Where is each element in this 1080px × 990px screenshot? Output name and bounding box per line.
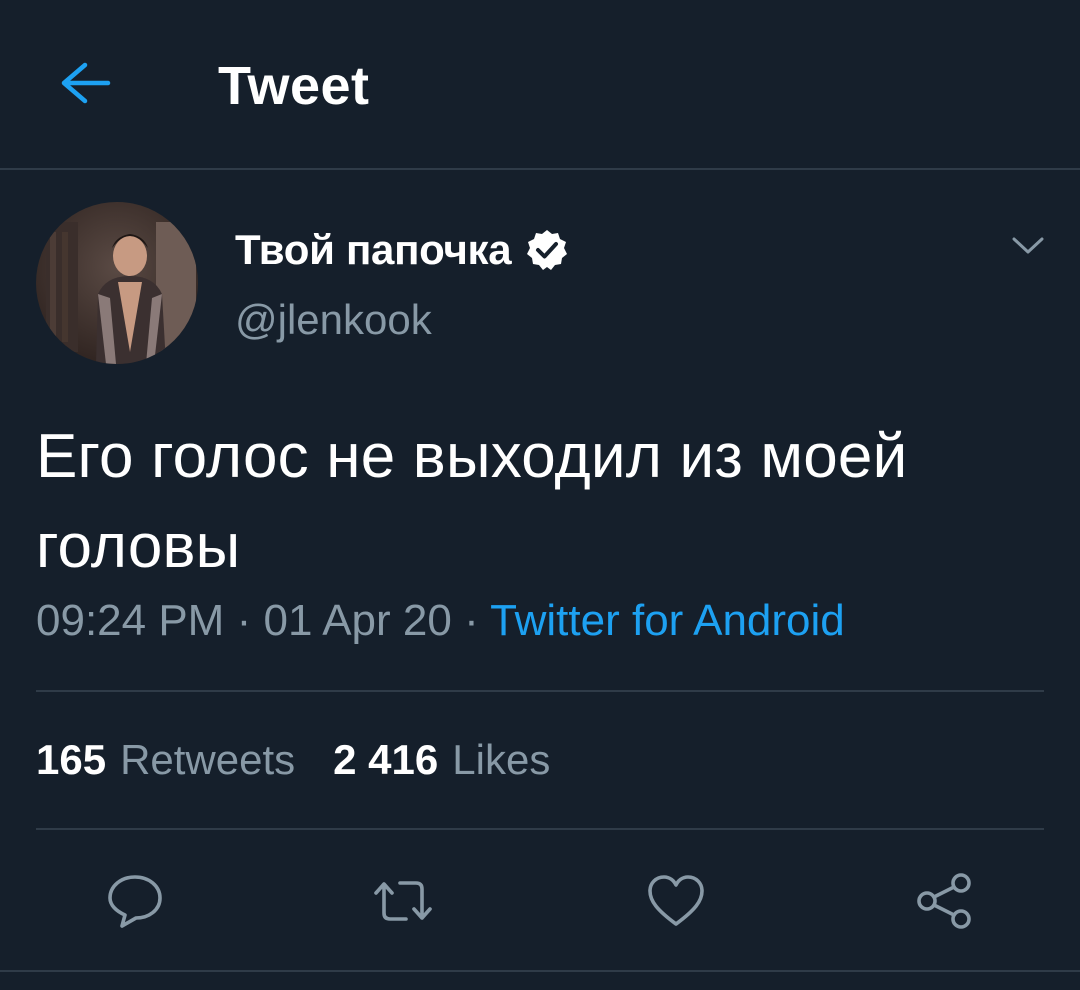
tweet-stats: 165 Retweets 2 416 Likes [36, 736, 550, 784]
avatar-image [36, 202, 198, 364]
likes-label: Likes [452, 736, 551, 783]
comment-icon [108, 875, 162, 928]
retweets-stat[interactable]: 165 Retweets [36, 736, 295, 784]
display-name: Твой папочка [235, 226, 512, 273]
chevron-down-icon [1012, 237, 1044, 254]
tweet-detail-screen: Tweet Твой папочка @jlenkook Его голос н… [0, 0, 1080, 990]
retweets-count: 165 [36, 736, 107, 783]
reply-button[interactable] [100, 866, 170, 936]
share-icon [917, 873, 971, 929]
retweet-icon [374, 881, 432, 921]
tweet-date: 01 Apr 20 [263, 596, 452, 645]
like-button[interactable] [641, 866, 711, 936]
heart-icon [648, 875, 704, 926]
author-name-row[interactable]: Твой папочка [235, 222, 569, 278]
page-title: Tweet [218, 56, 370, 116]
top-bar: Tweet [0, 0, 1080, 170]
meta-separator: · [236, 596, 252, 645]
likes-count: 2 416 [333, 736, 439, 783]
meta-separator: · [464, 596, 479, 645]
retweets-label: Retweets [120, 736, 296, 783]
tweet-text: Его голос не выходил из моей головы [36, 422, 908, 581]
retweet-button[interactable] [368, 866, 438, 936]
tweet-meta: 09:24 PM · 01 Apr 20 · Twitter for Andro… [36, 596, 845, 646]
share-button[interactable] [910, 866, 980, 936]
verified-badge-icon [527, 230, 568, 270]
avatar[interactable] [36, 202, 198, 364]
divider [36, 690, 1044, 692]
divider [36, 828, 1044, 830]
back-button[interactable] [52, 50, 118, 116]
arrow-left-icon [61, 62, 111, 104]
tweet-time: 09:24 PM [36, 596, 225, 645]
divider [0, 970, 1080, 972]
tweet-menu-button[interactable] [1006, 224, 1050, 268]
username[interactable]: @jlenkook [235, 296, 432, 344]
tweet-source-link[interactable]: Twitter for Android [490, 596, 845, 645]
likes-stat[interactable]: 2 416 Likes [333, 736, 550, 784]
